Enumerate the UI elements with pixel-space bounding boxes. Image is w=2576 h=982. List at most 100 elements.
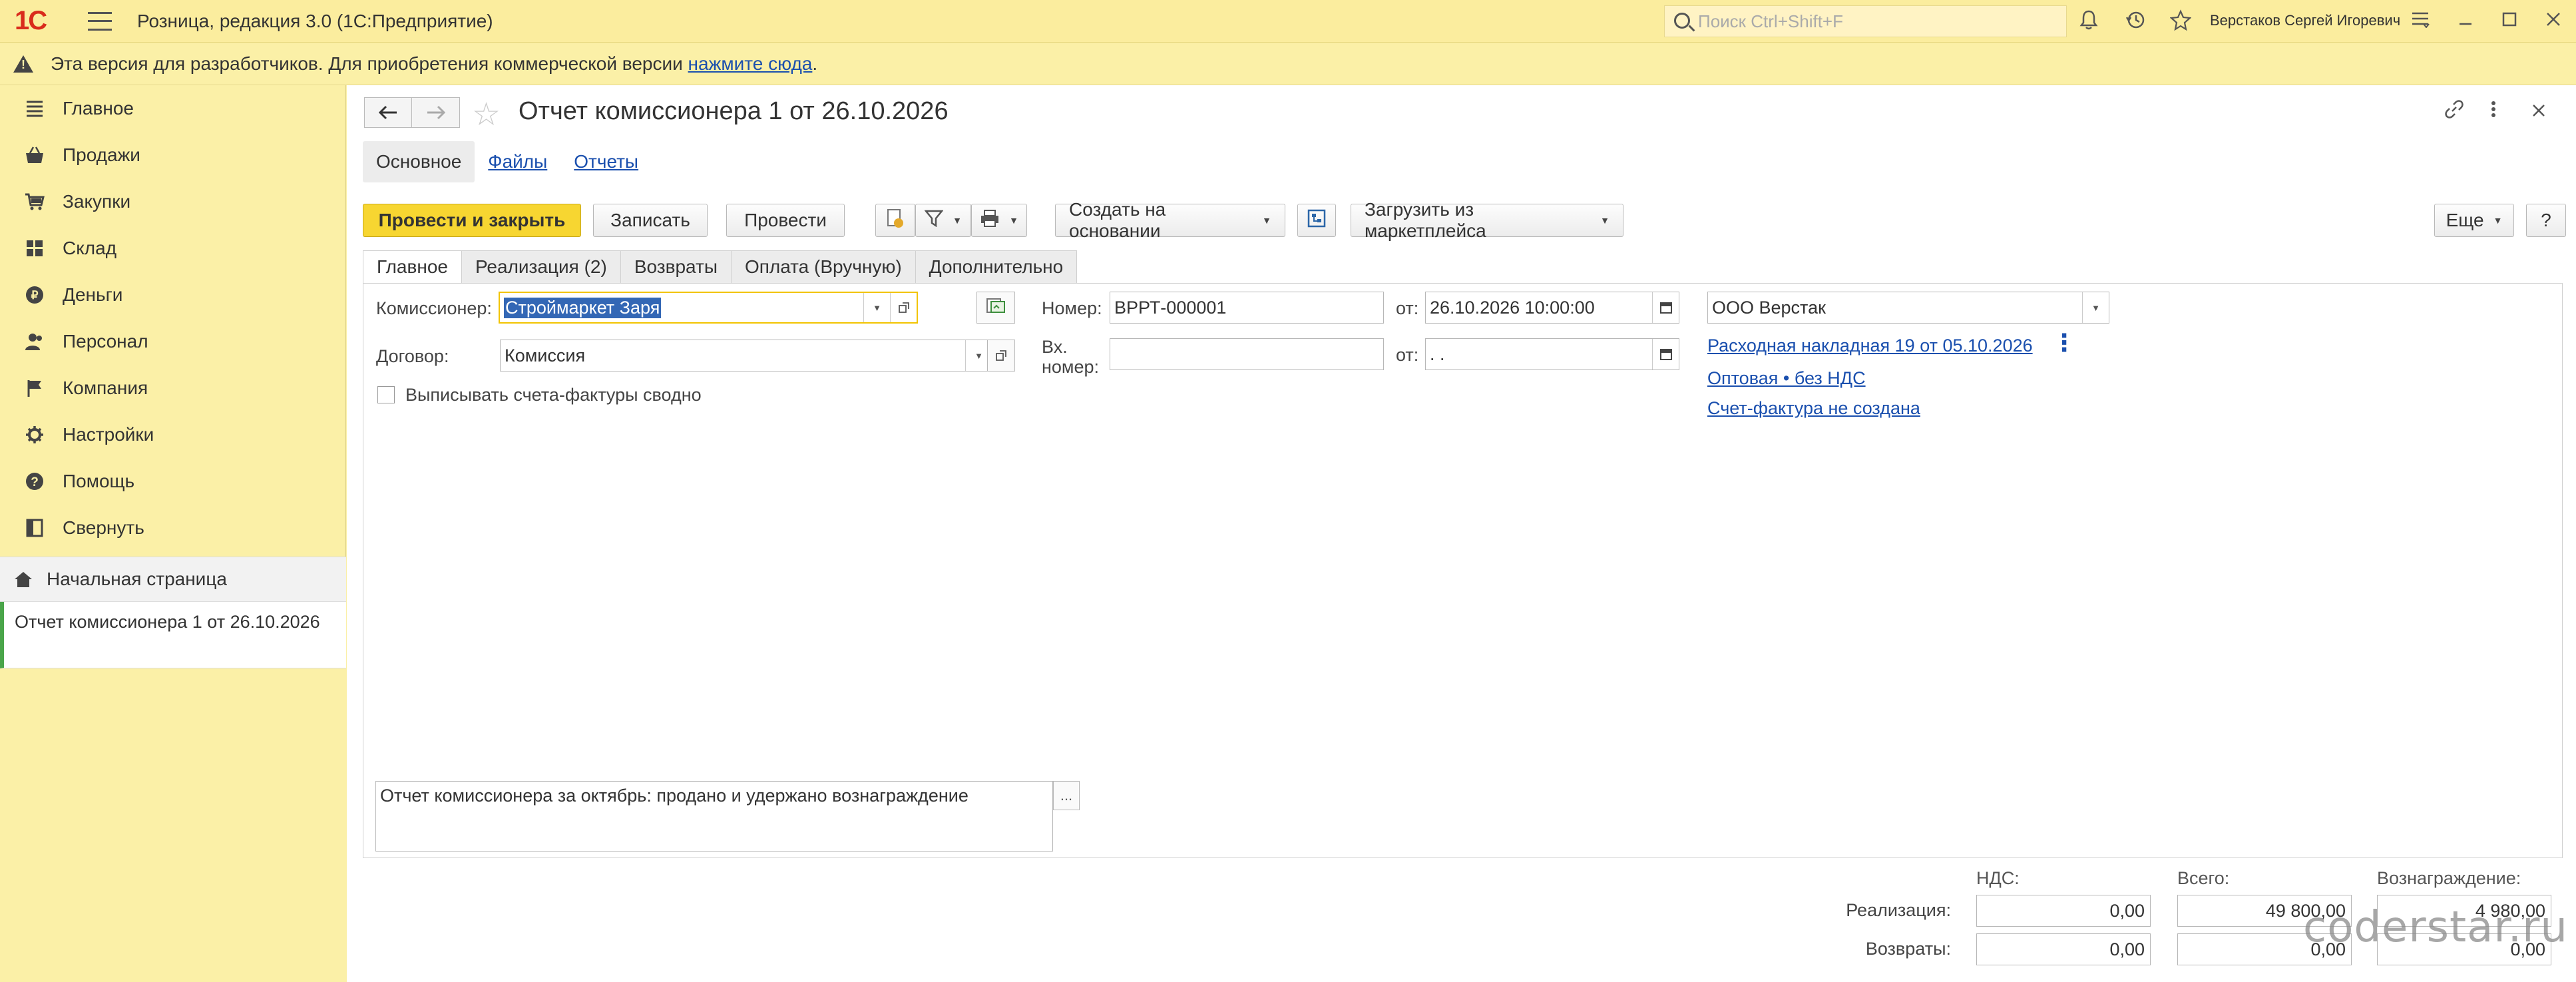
structure-button[interactable] bbox=[1297, 204, 1336, 237]
print-button[interactable]: ▼ bbox=[971, 204, 1027, 237]
in-number-field[interactable] bbox=[1110, 338, 1384, 370]
minimize-icon[interactable] bbox=[2454, 9, 2477, 33]
post-and-close-button[interactable]: Провести и закрыть bbox=[363, 204, 581, 237]
open-window-item[interactable]: Отчет комиссионера 1 от 26.10.2026 bbox=[0, 602, 346, 668]
settings-menu-icon[interactable] bbox=[2408, 9, 2432, 33]
buy-link[interactable]: нажмите сюда bbox=[688, 53, 813, 74]
cart-icon bbox=[24, 191, 45, 212]
commissioner-field[interactable]: Строймаркет Заря ▼ bbox=[499, 292, 918, 324]
sidebar-item-collapse[interactable]: Свернуть bbox=[0, 505, 345, 551]
comment-edit-button[interactable]: ... bbox=[1053, 781, 1080, 810]
history-icon[interactable] bbox=[2123, 9, 2147, 33]
load-from-marketplace-button[interactable]: Загрузить из маркетплейса ▼ bbox=[1351, 199, 1623, 241]
returns-vat: 0,00 bbox=[1976, 933, 2151, 965]
total-header: Всего: bbox=[2177, 868, 2230, 888]
price-type-link[interactable]: Оптовая • без НДС bbox=[1707, 368, 1866, 389]
in-date-label: от: bbox=[1396, 345, 1419, 365]
commissioner-dropdown-button[interactable]: ▼ bbox=[863, 293, 890, 322]
contract-value: Комиссия bbox=[505, 345, 586, 366]
in-number-label: Вх. номер: bbox=[1042, 337, 1100, 377]
more-actions-icon[interactable] bbox=[2490, 99, 2497, 125]
save-button[interactable]: Записать bbox=[593, 204, 708, 237]
tab-returns[interactable]: Возвраты bbox=[620, 250, 732, 284]
invoice-summary-checkbox[interactable] bbox=[377, 386, 395, 403]
svg-text:₽: ₽ bbox=[31, 289, 39, 302]
date-label: от: bbox=[1396, 298, 1419, 318]
sidebar-item-warehouse[interactable]: Склад bbox=[0, 225, 345, 272]
sales-invoice-link[interactable]: Расходная накладная 19 от 05.10.2026 bbox=[1707, 336, 2033, 356]
menu-icon bbox=[24, 98, 45, 119]
close-form-icon[interactable] bbox=[2531, 99, 2546, 123]
help-icon: ? bbox=[24, 471, 45, 492]
commissioner-docs-button[interactable] bbox=[976, 292, 1015, 324]
close-window-icon[interactable] bbox=[2541, 9, 2565, 33]
forward-button[interactable] bbox=[412, 97, 460, 128]
document-status-button[interactable] bbox=[875, 204, 915, 237]
organization-field[interactable]: ООО Верстак ▼ bbox=[1707, 292, 2109, 324]
sidebar-item-personnel[interactable]: Персонал bbox=[0, 318, 345, 365]
basket-icon bbox=[24, 144, 45, 166]
people-icon bbox=[24, 331, 45, 352]
sidebar-item-company[interactable]: Компания bbox=[0, 365, 345, 411]
organization-dropdown-button[interactable]: ▼ bbox=[2082, 292, 2109, 323]
tab-files[interactable]: Файлы bbox=[475, 141, 560, 182]
back-button[interactable] bbox=[364, 97, 412, 128]
info-message: Эта версия для разработчиков. Для приобр… bbox=[51, 53, 688, 74]
flag-icon bbox=[24, 377, 45, 399]
tab-files-link[interactable]: Файлы bbox=[488, 151, 547, 172]
history-nav bbox=[364, 97, 460, 128]
user-name[interactable]: Верстаков Сергей Игоревич bbox=[2210, 12, 2400, 29]
tab-payment[interactable]: Оплата (Вручную) bbox=[731, 250, 916, 284]
favorite-star-icon[interactable]: ☆ bbox=[472, 96, 501, 133]
tab-additional[interactable]: Дополнительно bbox=[915, 250, 1078, 284]
tab-main[interactable]: Основное bbox=[363, 141, 475, 182]
number-label: Номер: bbox=[1042, 298, 1102, 318]
filter-icon bbox=[924, 210, 944, 232]
tab-reports-link[interactable]: Отчеты bbox=[574, 151, 638, 172]
contract-open-button[interactable] bbox=[987, 340, 1015, 371]
search-input[interactable]: Поиск Ctrl+Shift+F bbox=[1664, 5, 2067, 37]
tab-reports[interactable]: Отчеты bbox=[560, 141, 652, 182]
filter-button[interactable]: ▼ bbox=[915, 204, 971, 237]
tab-realization[interactable]: Реализация (2) bbox=[461, 250, 621, 284]
tab-general[interactable]: Главное bbox=[363, 250, 462, 284]
organization-value: ООО Верстак bbox=[1712, 297, 1826, 318]
search-icon bbox=[1674, 13, 1690, 29]
sidebar-item-label: Помощь bbox=[63, 471, 135, 491]
sidebar-item-main[interactable]: Главное bbox=[0, 85, 345, 132]
sidebar: Главное Продажи Закупки Склад ₽ Деньги П… bbox=[0, 85, 346, 982]
post-button[interactable]: Провести bbox=[726, 204, 845, 237]
invoice-more-icon[interactable]: ⋮ bbox=[2052, 331, 2076, 355]
calendar-icon[interactable] bbox=[1652, 292, 1679, 323]
help-button[interactable]: ? bbox=[2526, 204, 2566, 237]
sidebar-item-purchases[interactable]: Закупки bbox=[0, 178, 345, 225]
sidebar-item-sales[interactable]: Продажи bbox=[0, 132, 345, 178]
sf-invoice-link[interactable]: Счет-фактура не создана bbox=[1707, 398, 1920, 419]
in-date-calendar-icon[interactable] bbox=[1652, 339, 1679, 369]
create-based-on-button[interactable]: Создать на основании ▼ bbox=[1055, 199, 1285, 241]
contract-field[interactable]: Комиссия ▼ bbox=[500, 340, 992, 371]
home-page-link[interactable]: Начальная страница bbox=[0, 557, 346, 602]
main-menu-icon[interactable] bbox=[88, 11, 112, 31]
date-value: 26.10.2026 10:00:00 bbox=[1430, 297, 1595, 318]
form-page-tabs: Главное Реализация (2) Возвраты Оплата (… bbox=[363, 250, 1078, 284]
favorites-star-icon[interactable] bbox=[2169, 9, 2193, 33]
link-icon[interactable] bbox=[2444, 99, 2465, 125]
number-field[interactable]: ВРРТ-000001 bbox=[1110, 292, 1384, 324]
create-based-on-label: Создать на основании bbox=[1069, 199, 1166, 241]
comment-field[interactable]: Отчет комиссионера за октябрь: продано и… bbox=[375, 781, 1053, 852]
sidebar-item-settings[interactable]: Настройки bbox=[0, 411, 345, 458]
title-bar: 1С Розница, редакция 3.0 (1С:Предприятие… bbox=[0, 0, 2576, 43]
date-field[interactable]: 26.10.2026 10:00:00 bbox=[1425, 292, 1679, 324]
sidebar-item-help[interactable]: ? Помощь bbox=[0, 458, 345, 505]
reward-header: Вознаграждение: bbox=[2377, 868, 2521, 888]
sidebar-item-money[interactable]: ₽ Деньги bbox=[0, 272, 345, 318]
document-icon bbox=[886, 208, 905, 233]
maximize-icon[interactable] bbox=[2497, 9, 2521, 33]
home-icon bbox=[13, 571, 33, 588]
more-button[interactable]: Еще ▼ bbox=[2434, 204, 2514, 237]
in-date-field[interactable]: . . bbox=[1425, 338, 1679, 370]
sidebar-item-label: Персонал bbox=[63, 331, 148, 352]
bell-icon[interactable] bbox=[2077, 9, 2101, 33]
commissioner-open-button[interactable] bbox=[890, 293, 917, 322]
